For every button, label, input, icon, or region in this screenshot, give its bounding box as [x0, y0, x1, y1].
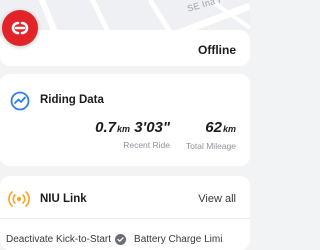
recent-ride-time-value: 3'03" — [134, 119, 170, 136]
vehicle-status-text: Offline — [198, 43, 236, 57]
vehicle-status-card[interactable]: Offline — [0, 30, 250, 66]
recent-ride-label: Recent Ride — [123, 140, 170, 150]
niu-link-signal-icon — [8, 191, 30, 207]
total-mileage-label: Total Mileage — [185, 141, 236, 151]
divider — [0, 218, 250, 219]
total-mileage-value: 62km — [205, 119, 236, 136]
check-circle-icon — [115, 234, 127, 245]
riding-data-title: Riding Data — [40, 94, 104, 106]
riding-data-gauge-icon — [10, 91, 30, 111]
niu-link-shortcuts: Deactivate Kick-to-Start Battery Charge … — [6, 234, 250, 245]
niu-logo-icon — [11, 21, 29, 35]
niu-link-title: NIU Link — [40, 193, 87, 205]
recent-ride-time: 3'03" Recent Ride — [123, 119, 170, 150]
total-mileage: 62km Total Mileage — [186, 119, 236, 151]
shortcut-deactivate-kick-to-start[interactable]: Deactivate Kick-to-Start — [6, 234, 111, 245]
riding-data-card[interactable]: Riding Data 0.7km 3'03" Recent Ride 62km… — [0, 74, 250, 166]
niu-logo-button[interactable] — [2, 10, 38, 46]
shortcut-battery-charge-limit[interactable]: Battery Charge Limi — [134, 234, 222, 245]
niu-link-card: NIU Link View all Deactivate Kick-to-Sta… — [0, 176, 250, 250]
view-all-link[interactable]: View all — [198, 193, 236, 205]
